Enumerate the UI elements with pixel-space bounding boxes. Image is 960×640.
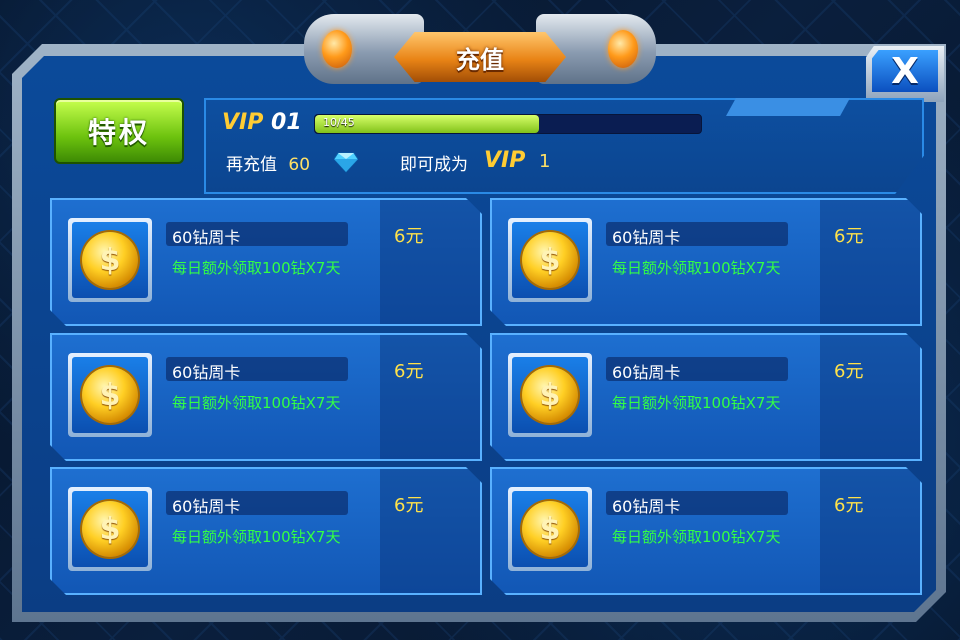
card-price: 6元 xyxy=(394,495,424,516)
card-description: 每日额外领取100钻X7天 xyxy=(172,259,341,277)
vip-progress-text: 10/45 xyxy=(323,116,355,129)
card-title: 60钻周卡 xyxy=(172,363,241,382)
gold-coin-icon: $ xyxy=(82,367,138,423)
card-title: 60钻周卡 xyxy=(612,228,681,247)
coin-mark-icon: $ xyxy=(99,377,121,413)
recharge-line: 再充值 60 xyxy=(226,150,310,175)
coin-mark-icon: $ xyxy=(99,511,121,547)
card-price: 6元 xyxy=(394,361,424,382)
card-price-panel xyxy=(820,200,920,324)
lens-right-icon xyxy=(608,30,638,68)
card-icon-bg: $ xyxy=(512,357,588,433)
card-description: 每日额外领取100钻X7天 xyxy=(172,394,341,412)
recharge-card[interactable]: $ 60钻周卡 每日额外领取100钻X7天 6元 xyxy=(50,333,482,461)
card-icon-frame: $ xyxy=(68,218,152,302)
card-price-panel xyxy=(820,335,920,459)
card-title: 60钻周卡 xyxy=(612,497,681,516)
vip-panel-corner xyxy=(726,98,850,116)
card-price: 6元 xyxy=(394,226,424,247)
card-description: 每日额外领取100钻X7天 xyxy=(612,259,781,277)
next-vip-level: 1 xyxy=(539,151,551,172)
card-price: 6元 xyxy=(834,361,864,382)
recharge-amount: 60 xyxy=(288,155,311,175)
coin-mark-icon: $ xyxy=(539,377,561,413)
card-icon-bg: $ xyxy=(512,491,588,567)
gold-coin-icon: $ xyxy=(522,367,578,423)
card-icon-bg: $ xyxy=(512,222,588,298)
card-price-panel xyxy=(380,200,480,324)
card-icon-frame: $ xyxy=(68,353,152,437)
recharge-card[interactable]: $ 60钻周卡 每日额外领取100钻X7天 6元 xyxy=(490,198,922,326)
page-title: 充值 xyxy=(456,45,504,74)
card-price-panel xyxy=(380,469,480,593)
become-text: 即可成为 xyxy=(400,155,468,175)
coin-mark-icon: $ xyxy=(539,242,561,278)
title-banner: 充值 xyxy=(394,32,566,82)
card-title: 60钻周卡 xyxy=(172,497,241,516)
vip-level: VIP 01 xyxy=(222,110,302,135)
privilege-button[interactable]: 特权 xyxy=(54,98,184,164)
diamond-gem-icon xyxy=(334,152,358,173)
card-description: 每日额外领取100钻X7天 xyxy=(612,528,781,546)
coin-mark-icon: $ xyxy=(539,511,561,547)
recharge-card[interactable]: $ 60钻周卡 每日额外领取100钻X7天 6元 xyxy=(50,198,482,326)
gold-coin-icon: $ xyxy=(82,501,138,557)
vip-progress-bar: 10/45 xyxy=(314,114,702,134)
card-icon-frame: $ xyxy=(508,487,592,571)
recharge-card[interactable]: $ 60钻周卡 每日额外领取100钻X7天 6元 xyxy=(490,467,922,595)
card-price: 6元 xyxy=(834,226,864,247)
card-title: 60钻周卡 xyxy=(612,363,681,382)
card-description: 每日额外领取100钻X7天 xyxy=(172,528,341,546)
privilege-label: 特权 xyxy=(87,116,150,149)
card-icon-frame: $ xyxy=(508,218,592,302)
card-icon-bg: $ xyxy=(72,222,148,298)
card-title: 60钻周卡 xyxy=(172,228,241,247)
close-icon: X xyxy=(891,50,919,92)
title-plate: 充值 xyxy=(304,14,656,86)
next-vip: VIP 1 xyxy=(484,148,550,173)
card-price-panel xyxy=(380,335,480,459)
card-icon-bg: $ xyxy=(72,491,148,567)
gold-coin-icon: $ xyxy=(522,501,578,557)
coin-mark-icon: $ xyxy=(99,242,121,278)
card-icon-frame: $ xyxy=(508,353,592,437)
recharge-card[interactable]: $ 60钻周卡 每日额外领取100钻X7天 6元 xyxy=(50,467,482,595)
vip-level-number: 01 xyxy=(271,110,302,135)
gold-coin-icon: $ xyxy=(522,232,578,288)
card-price-panel xyxy=(820,469,920,593)
close-button[interactable]: X xyxy=(872,50,938,92)
recharge-card[interactable]: $ 60钻周卡 每日额外领取100钻X7天 6元 xyxy=(490,333,922,461)
recharge-prefix: 再充值 xyxy=(226,155,277,175)
card-icon-frame: $ xyxy=(68,487,152,571)
gold-coin-icon: $ xyxy=(82,232,138,288)
next-vip-prefix: VIP xyxy=(484,148,526,173)
vip-prefix: VIP xyxy=(222,110,264,135)
card-price: 6元 xyxy=(834,495,864,516)
lens-left-icon xyxy=(322,30,352,68)
card-icon-bg: $ xyxy=(72,357,148,433)
card-description: 每日额外领取100钻X7天 xyxy=(612,394,781,412)
